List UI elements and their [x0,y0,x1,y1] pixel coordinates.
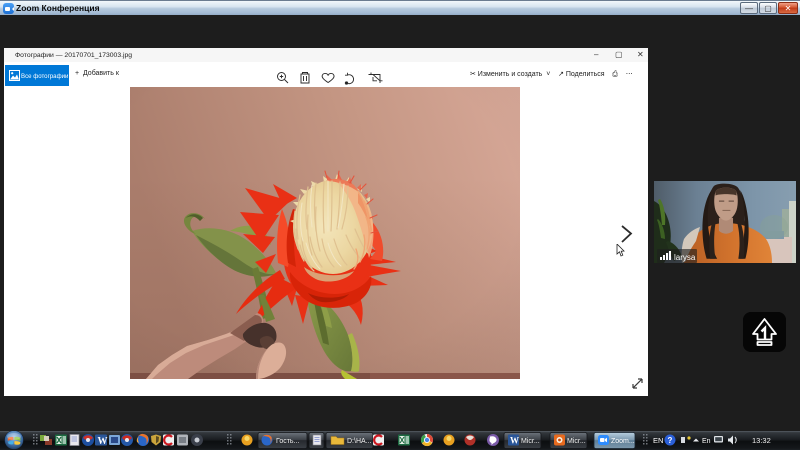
svg-text:larysa: larysa [674,253,696,262]
svg-text:Micr...: Micr... [521,438,540,445]
svg-text:13:32: 13:32 [752,436,771,445]
svg-text:Micr...: Micr... [567,438,586,445]
svg-text:Гость...: Гость... [276,438,299,445]
svg-text:?: ? [668,436,673,445]
svg-text:EN: EN [653,436,663,445]
svg-text:En: En [702,438,711,445]
svg-text:Zoom...: Zoom... [611,438,635,445]
svg-text:D:\HA...: D:\HA... [347,438,372,445]
svg-text:W: W [510,436,519,446]
svg-text:W: W [98,436,108,447]
